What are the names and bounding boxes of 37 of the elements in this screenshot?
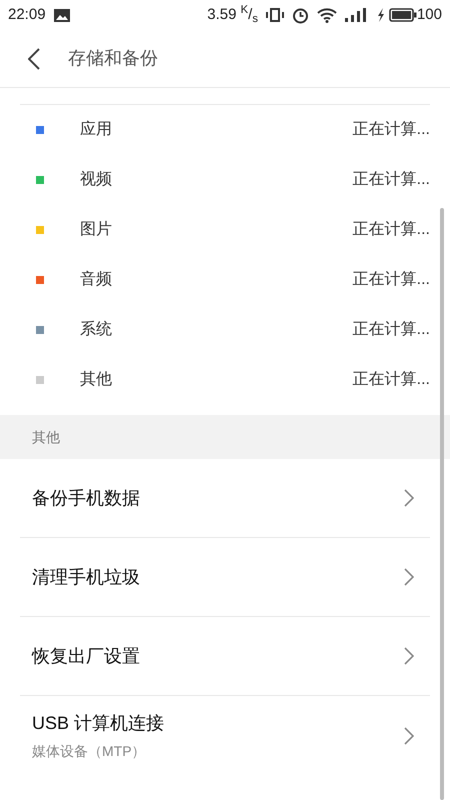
item-title: 备份手机数据: [32, 486, 140, 510]
category-label: 应用: [80, 120, 112, 140]
wifi-icon: [316, 8, 337, 22]
chevron-right-icon: [404, 489, 414, 507]
category-size: 正在计算...: [352, 220, 430, 240]
battery-icon: [388, 8, 417, 22]
image-icon: [54, 8, 70, 22]
category-size: 正在计算...: [352, 370, 430, 390]
signal-icon: [344, 8, 369, 22]
category-label: 音频: [80, 270, 112, 290]
chevron-right-icon: [404, 568, 414, 586]
chevron-right-icon: [404, 726, 414, 744]
status-time: 22:09: [8, 4, 46, 25]
settings-item[interactable]: 备份手机数据: [20, 459, 430, 538]
page-title: 存储和备份: [68, 47, 158, 70]
settings-item[interactable]: 清理手机垃圾: [20, 538, 430, 617]
item-title: 清理手机垃圾: [32, 566, 140, 588]
settings-item[interactable]: USB 计算机连接 媒体设备（MTP）: [20, 696, 430, 775]
category-label: 系统: [80, 320, 112, 340]
category-label: 视频: [80, 170, 112, 190]
category-size: 正在计算...: [352, 120, 430, 140]
category-size: 正在计算...: [352, 170, 430, 190]
item-title: 恢复出厂设置: [32, 644, 140, 668]
network-speed: 3.59 $^{K}$/$_{s}$: [207, 4, 258, 26]
charging-icon: [376, 8, 385, 22]
category-label: 其他: [80, 370, 112, 390]
category-size: 正在计算...: [352, 270, 430, 290]
item-title: USB 计算机连接: [32, 712, 164, 734]
battery-level: 100: [416, 4, 442, 25]
chevron-right-icon: [404, 647, 414, 665]
section-title: 其他: [32, 428, 60, 446]
vibrate-icon: [266, 8, 284, 22]
category-size: 正在计算...: [352, 320, 430, 340]
category-label: 图片: [80, 220, 112, 240]
settings-item[interactable]: 恢复出厂设置: [20, 617, 430, 696]
alarm-icon: [292, 6, 309, 24]
item-subtitle: 媒体设备（MTP）: [32, 742, 147, 760]
